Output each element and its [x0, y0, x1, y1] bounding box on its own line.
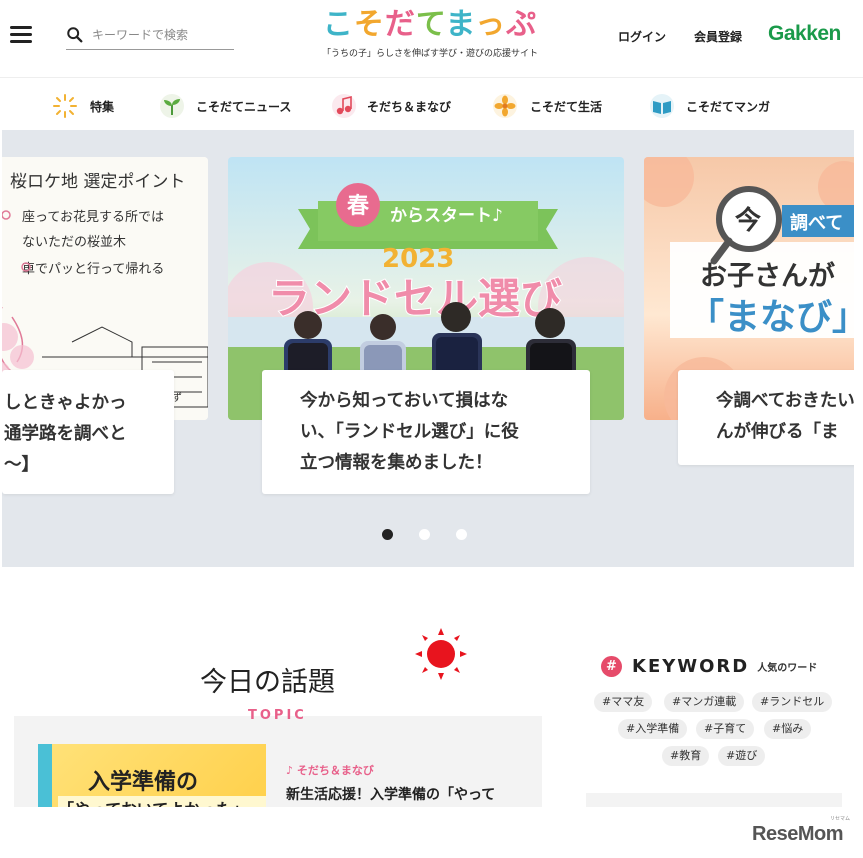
sun-icon — [415, 628, 467, 680]
keyword-tag[interactable]: #教育 — [662, 746, 710, 766]
keyword-tag[interactable]: #遊び — [718, 746, 766, 766]
carousel-pagination — [382, 529, 467, 540]
keyword-title: KEYWORD — [632, 656, 750, 677]
nav-item-label: こそだてマンガ — [686, 99, 771, 114]
logo-char: っ — [475, 7, 507, 42]
sparkle-icon — [53, 94, 77, 118]
keyword-tag[interactable]: #ママ友 — [594, 692, 653, 712]
logo-char: そ — [353, 7, 385, 42]
carousel-card-right[interactable]: 今調べておきたい んが伸びる「ま — [678, 370, 854, 465]
keyword-tag[interactable]: #マンガ連載 — [664, 692, 745, 712]
resemom-watermark-small: リセマム — [830, 816, 851, 822]
nav-item-feature[interactable]: 特集 — [50, 93, 114, 119]
search-input[interactable] — [92, 24, 232, 46]
banner-line2: 「まなび」 — [688, 297, 854, 338]
register-link[interactable]: 会員登録 — [694, 28, 742, 45]
carousel-dot[interactable] — [456, 529, 467, 540]
logo-tagline: 「うちの子」らしさを伸ばす学び・遊びの応援サイト — [321, 49, 538, 59]
carousel-card-text: 今調べておきたい んが伸びる「ま — [716, 391, 854, 442]
keyword-tag[interactable]: #入学準備 — [618, 719, 688, 739]
art-heading: 桜ロケ地 選定ポイント — [10, 172, 185, 192]
ribbon-text: からスタート♪ — [390, 206, 503, 226]
keyword-header: # KEYWORD 人気のワード — [601, 656, 817, 677]
carousel-dot[interactable] — [419, 529, 430, 540]
nav-item-label: こそだてニュース — [196, 99, 292, 114]
logo-char: て — [415, 7, 446, 42]
logo-char: ぷ — [506, 7, 538, 42]
keyword-subtitle: 人気のワード — [757, 663, 818, 674]
ribbon-kanji: 春 — [347, 194, 369, 219]
category-nav: 特集 こそだてニュース そだち＆まなび こそだて生活 こそだてマンガ — [0, 80, 863, 130]
nav-item-label: そだち＆まなび — [367, 99, 452, 114]
logo-title: こそだてまっぷ — [300, 6, 560, 44]
flower-icon — [493, 94, 517, 118]
search-box — [66, 22, 234, 50]
carousel-card-text: 今から知っておいて損はな い、「ランドセル選び」に役 立つ情報を集めました！ — [300, 391, 519, 473]
art-line2: ないただの桜並木 — [22, 235, 126, 250]
hamburger-menu-icon[interactable] — [10, 26, 32, 44]
nav-item-parenting-life[interactable]: こそだて生活 — [490, 93, 602, 119]
logo-char: こ — [322, 7, 354, 42]
nav-item-news[interactable]: こそだてニュース — [158, 93, 291, 119]
thumb-stripe — [38, 744, 52, 814]
login-link[interactable]: ログイン — [618, 28, 666, 45]
featured-carousel[interactable]: 桜ロケ地 選定ポイント 座ってお花見する所では ないただの桜並木 車でパッと行っ… — [2, 130, 854, 567]
topic-category[interactable]: ♪ そだち＆まなび — [286, 762, 374, 778]
keyword-tag[interactable]: #悩み — [764, 719, 812, 739]
art-line3: 車でパッと行って帰れる — [22, 261, 164, 277]
logo-char: だ — [384, 7, 416, 42]
topic-headline[interactable]: 新生活応援！入学準備の「やって — [286, 784, 495, 804]
book-icon — [650, 94, 674, 118]
resemom-watermark: ReseMom — [752, 823, 843, 845]
nav-item-manga[interactable]: こそだてマンガ — [648, 93, 770, 119]
nav-item-label: こそだて生活 — [530, 99, 603, 114]
banner-line1: お子さんが — [700, 260, 835, 292]
nav-item-label: 特集 — [90, 99, 115, 114]
keyword-tag[interactable]: #ランドセル — [752, 692, 833, 712]
music-note-icon — [332, 94, 356, 118]
art-line1: 座ってお花見する所では — [22, 209, 164, 225]
hashtag-icon: # — [601, 656, 622, 677]
sprout-icon — [160, 94, 184, 118]
logo-char: ま — [445, 7, 476, 42]
nav-item-growth-learning[interactable]: そだち＆まなび — [331, 93, 451, 119]
banner-year: 2023 — [382, 244, 454, 274]
carousel-dot[interactable] — [382, 529, 393, 540]
site-logo[interactable]: こそだてまっぷ 「うちの子」らしさを伸ばす学び・遊びの応援サイト — [300, 6, 560, 59]
gakken-logo[interactable]: Gakken — [768, 22, 841, 46]
keyword-tag[interactable]: #子育て — [696, 719, 755, 739]
carousel-card-middle[interactable]: 今から知っておいて損はな い、「ランドセル選び」に役 立つ情報を集めました！ — [262, 370, 590, 494]
carousel-card-text: しときゃよかっ 通学路を調べと ～】 — [4, 393, 127, 475]
site-header: こそだてまっぷ 「うちの子」らしさを伸ばす学び・遊びの応援サイト ログイン 会員… — [0, 0, 863, 78]
topic-thumbnail[interactable]: 入学準備の 「やっておいてよかった」 — [38, 744, 266, 814]
search-icon[interactable] — [66, 26, 84, 44]
badge-text: 調べて — [790, 212, 843, 234]
thumb-title: 入学準備の — [88, 770, 199, 795]
bottom-margin — [0, 807, 863, 858]
carousel-card-left[interactable]: しときゃよかっ 通学路を調べと ～】 — [2, 370, 174, 494]
topic-title: 今日の話題 — [200, 667, 335, 698]
badge-kanji: 今 — [735, 205, 761, 236]
topic-subtitle: TOPIC — [248, 708, 307, 723]
